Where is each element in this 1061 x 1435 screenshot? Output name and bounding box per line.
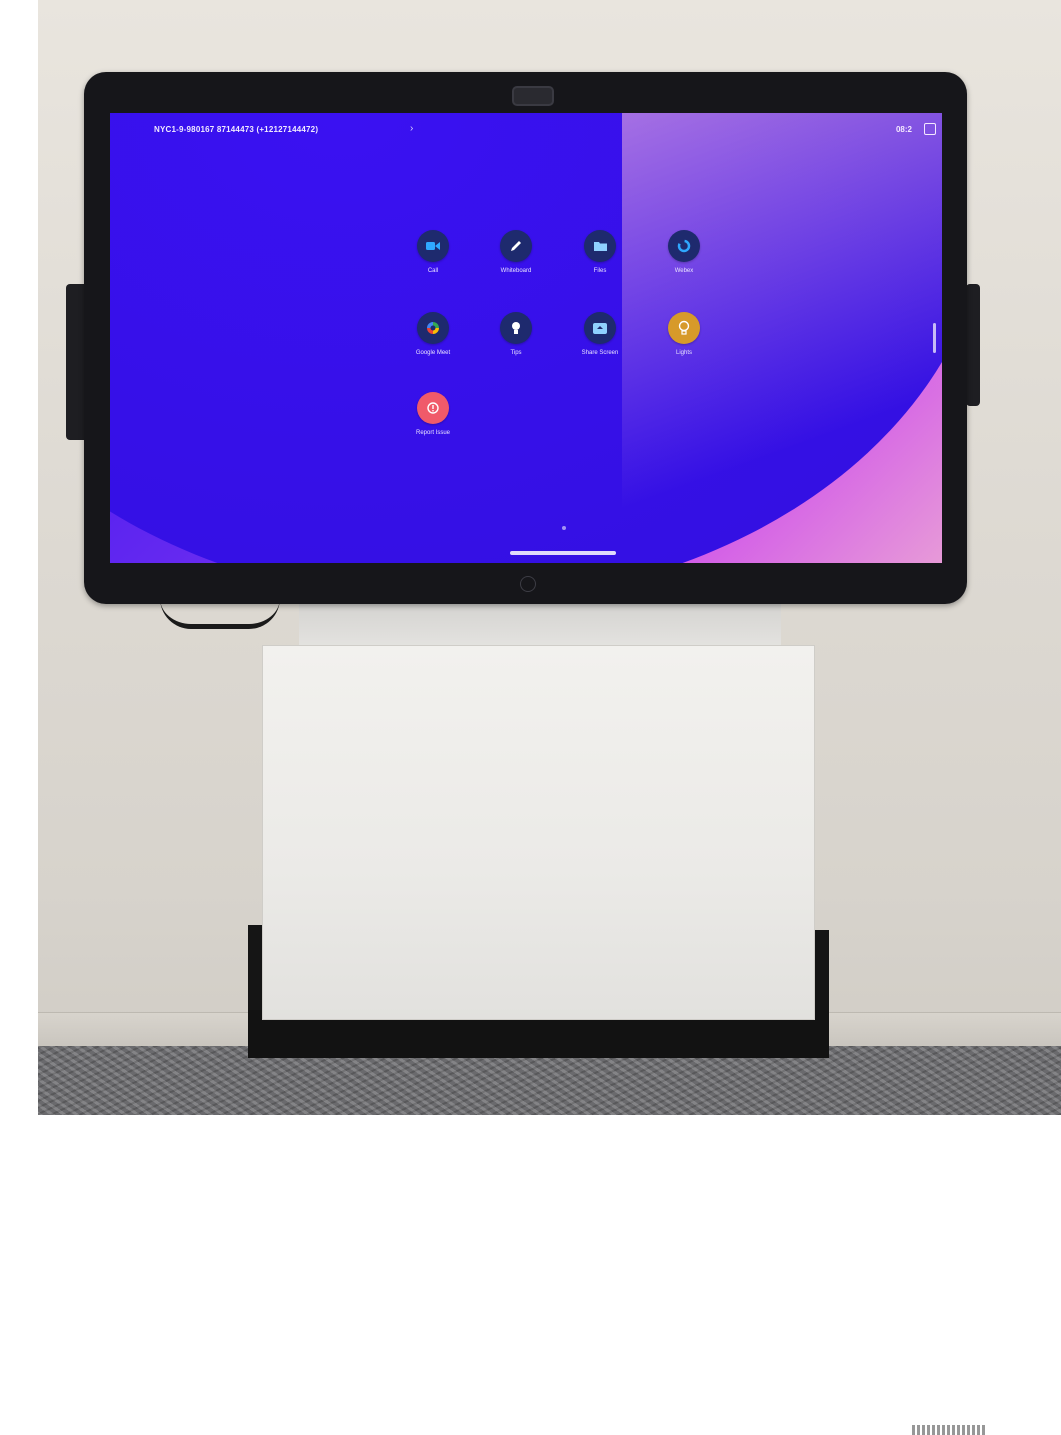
chevron-right-icon[interactable]: ›	[410, 123, 413, 134]
home-bar[interactable]	[510, 551, 616, 555]
app-call[interactable]: Call	[398, 230, 468, 274]
exit-icon[interactable]	[924, 123, 936, 135]
report-icon	[417, 392, 449, 424]
app-label: Report Issue	[415, 430, 451, 436]
webex-icon	[668, 230, 700, 262]
app-label: Webex	[674, 268, 694, 274]
lightbulb-icon	[500, 312, 532, 344]
stand-cabinet	[262, 645, 986, 1435]
app-label: Share Screen	[581, 350, 619, 356]
brand-logo	[912, 1425, 986, 1435]
clock: 08:2	[895, 125, 912, 134]
app-label: Files	[593, 268, 607, 274]
page-indicator-dot	[562, 526, 566, 530]
app-tips[interactable]: Tips	[481, 312, 551, 356]
pencil-icon	[500, 230, 532, 262]
app-label: Lights	[675, 350, 692, 356]
scroll-indicator[interactable]	[933, 323, 936, 353]
app-lights[interactable]: Lights	[649, 312, 719, 356]
app-label: Google Meet	[415, 350, 451, 356]
google-meet-icon	[417, 312, 449, 344]
folder-icon	[584, 230, 616, 262]
video-camera-icon	[417, 230, 449, 262]
bulb-outline-icon	[668, 312, 700, 344]
meeting-info[interactable]: NYC1-9-980167 87144473 (+12127144472)	[154, 125, 318, 134]
app-label: Call	[427, 268, 439, 274]
share-screen-icon	[584, 312, 616, 344]
power-button[interactable]	[520, 576, 536, 592]
app-webex[interactable]: Webex	[649, 230, 719, 274]
stand-neck	[299, 600, 781, 648]
app-label: Tips	[510, 350, 522, 356]
app-report-issue[interactable]: Report Issue	[398, 392, 468, 436]
app-google-meet[interactable]: Google Meet	[398, 312, 468, 356]
display-screen: NYC1-9-980167 87144473 (+12127144472) › …	[110, 113, 942, 563]
app-label: Whiteboard	[500, 268, 532, 274]
right-side-rail	[966, 284, 980, 406]
app-files[interactable]: Files	[565, 230, 635, 274]
app-share-screen[interactable]: Share Screen	[565, 312, 635, 356]
camera-icon	[512, 86, 554, 106]
app-whiteboard[interactable]: Whiteboard	[481, 230, 551, 274]
